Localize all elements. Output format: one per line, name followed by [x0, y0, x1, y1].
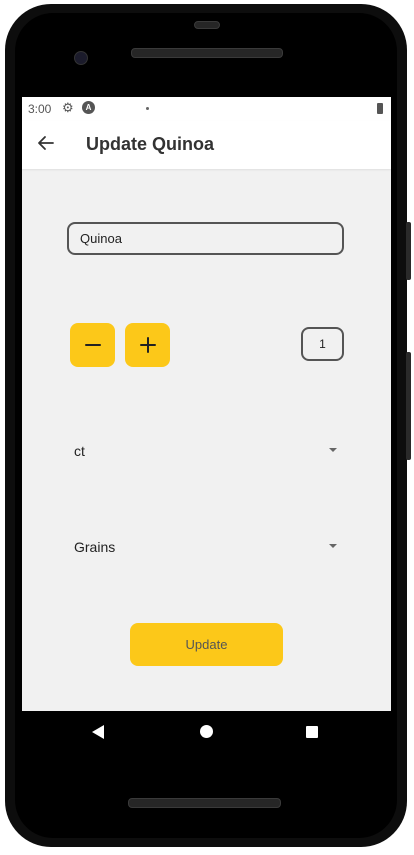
minus-icon: [84, 344, 101, 346]
nav-home-icon[interactable]: [200, 725, 213, 738]
item-name-input[interactable]: [67, 222, 344, 255]
page-title: Update Quinoa: [86, 134, 215, 154]
earpiece: [194, 21, 220, 29]
back-arrow-icon[interactable]: [36, 133, 56, 153]
plus-icon: [139, 337, 156, 353]
app-screen: 3:00 ⚙ A Update Quinoa 1 ct Grains Updat…: [22, 97, 391, 711]
notification-dot-icon: [146, 107, 149, 110]
unit-dropdown[interactable]: ct: [74, 436, 337, 464]
quantity-field[interactable]: 1: [301, 327, 344, 361]
top-speaker: [131, 48, 283, 58]
unit-value: ct: [74, 443, 85, 459]
update-button[interactable]: Update: [130, 623, 283, 666]
status-time: 3:00: [28, 102, 52, 116]
system-nav-bar: [22, 711, 391, 755]
caret-down-icon: [329, 544, 337, 548]
app-bar: Update Quinoa: [22, 121, 391, 169]
decrement-button[interactable]: [70, 323, 115, 367]
bottom-speaker: [128, 798, 281, 808]
power-button: [406, 222, 411, 280]
gear-icon: ⚙: [62, 100, 74, 115]
a-badge-icon: A: [82, 101, 95, 114]
battery-icon: [377, 103, 383, 114]
front-camera: [74, 51, 88, 65]
nav-recents-icon[interactable]: [306, 726, 318, 738]
category-dropdown[interactable]: Grains: [74, 532, 337, 560]
status-bar: 3:00 ⚙ A: [22, 97, 391, 121]
caret-down-icon: [329, 448, 337, 452]
volume-button: [406, 352, 411, 460]
category-value: Grains: [74, 539, 116, 555]
increment-button[interactable]: [125, 323, 170, 367]
nav-back-icon[interactable]: [92, 725, 104, 739]
